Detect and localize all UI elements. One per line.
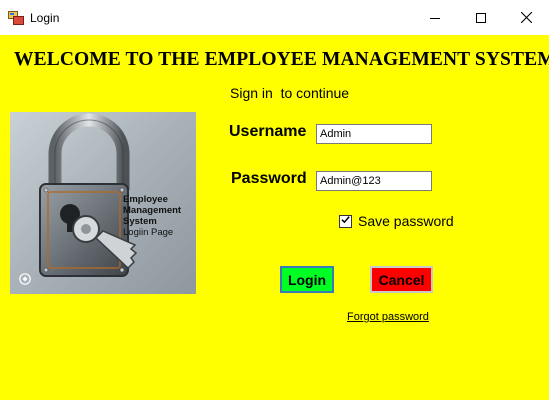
password-field[interactable] [316, 171, 432, 191]
sparkle-icon [19, 272, 31, 285]
window-title: Login [30, 11, 60, 25]
password-label: Password [231, 170, 307, 187]
login-button[interactable]: Login [280, 266, 334, 293]
logo-line: Employee [123, 194, 168, 205]
logo-image: Employee Management System Logiin Page [10, 112, 196, 294]
maximize-button[interactable] [458, 0, 504, 35]
subtitle: Sign in to continue [230, 85, 350, 101]
username-label: Username [229, 123, 307, 140]
maximize-icon [476, 12, 486, 23]
logo-caption: Employee Management System Logiin Page [123, 194, 181, 238]
close-icon [520, 12, 532, 23]
login-window: Login WELCOME TO THE EMPLOYEE MANAGEMENT… [0, 0, 549, 400]
logo-line: System [123, 216, 157, 227]
username-field[interactable] [316, 124, 432, 144]
logo-line: Logiin Page [123, 227, 174, 238]
close-button[interactable] [503, 0, 549, 35]
minimize-button[interactable] [412, 0, 458, 35]
checkmark-icon [340, 212, 351, 230]
form-area: WELCOME TO THE EMPLOYEE MANAGEMENT SYSTE… [0, 35, 549, 400]
checkbox-box[interactable] [339, 212, 352, 230]
app-icon [8, 10, 24, 26]
logo-line: Management [123, 205, 182, 216]
save-password-checkbox[interactable]: Save password [339, 213, 454, 229]
save-password-label[interactable]: Save password [358, 213, 454, 229]
forgot-password-link[interactable]: Forgot password [347, 311, 429, 323]
title-bar[interactable]: Login [0, 0, 549, 35]
page-title: WELCOME TO THE EMPLOYEE MANAGEMENT SYSTE… [14, 49, 549, 70]
minimize-icon [430, 13, 440, 23]
cancel-button[interactable]: Cancel [370, 266, 433, 293]
